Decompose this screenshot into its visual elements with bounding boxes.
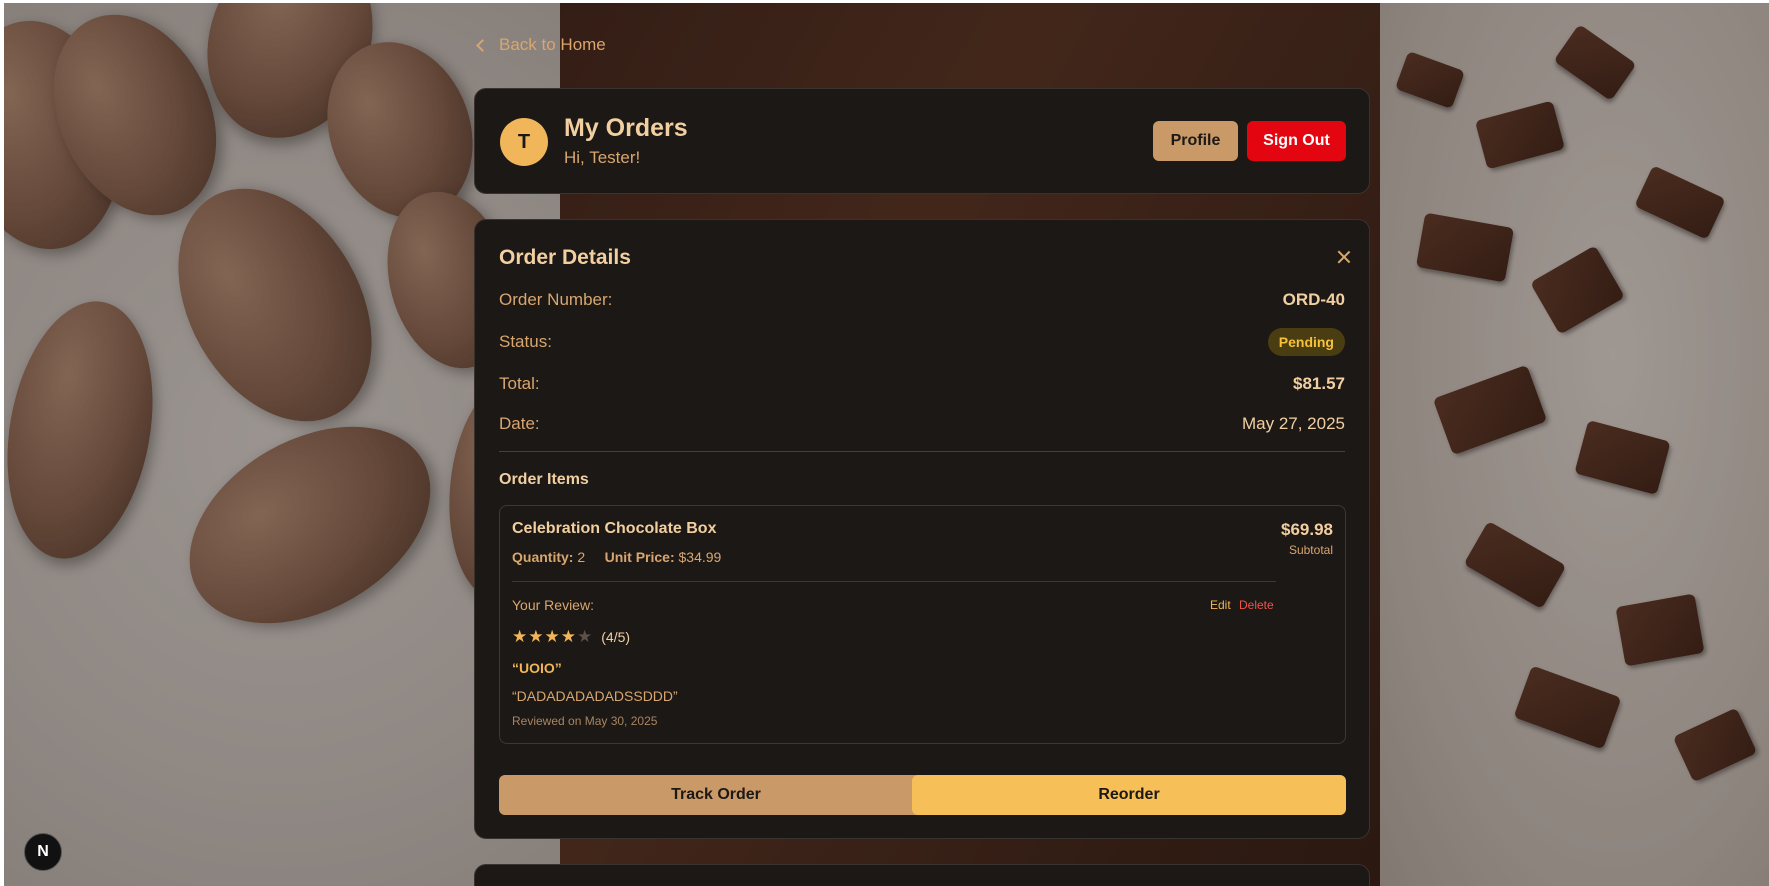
total-value: $81.57 [1293,374,1345,393]
quantity-value: 2 [577,549,586,565]
order-items-heading: Order Items [499,471,589,488]
order-details-title: Order Details [499,246,631,269]
review-label: Your Review: [512,597,594,613]
item-subtotal-value: $69.98 [1281,520,1333,539]
page-title: My Orders [564,114,688,142]
profile-button[interactable]: Profile [1153,121,1238,161]
sign-out-button[interactable]: Sign Out [1247,121,1346,161]
total-label: Total: [499,374,540,393]
track-order-button[interactable]: Track Order [499,775,933,815]
quantity-label: Quantity: [512,549,574,565]
divider [499,451,1345,452]
unit-price-label: Unit Price: [604,549,675,565]
date-value: May 27, 2025 [1241,414,1345,433]
delete-review-link[interactable]: Delete [1239,598,1274,612]
order-number-label: Order Number: [499,290,613,309]
status-badge: Pending [1267,328,1345,356]
unit-price-value: $34.99 [678,549,722,565]
star-icon: ★ [560,627,576,646]
reorder-button[interactable]: Reorder [912,775,1346,815]
avatar: T [500,118,548,166]
star-icon: ★ [577,627,593,646]
status-label: Status: [499,332,552,351]
star-icon: ★ [512,627,528,646]
next-order-card [474,864,1370,886]
back-to-home-link[interactable]: Back to Home [474,35,606,55]
order-details-card: Order Details Order Number: ORD-40 Statu… [474,219,1370,839]
next-dev-badge[interactable]: N [24,833,62,871]
item-meta: Quantity: 2 Unit Price: $34.99 [512,549,721,565]
order-number-value: ORD-40 [1282,290,1345,309]
greeting-text: Hi, Tester! [564,148,641,167]
edit-review-link[interactable]: Edit [1210,598,1231,612]
item-subtotal-label: Subtotal [1288,543,1333,557]
star-rating: ★ ★ ★ ★ ★ (4/5) [512,628,630,645]
order-item: Celebration Chocolate Box Quantity: 2 Un… [499,505,1346,744]
star-icon: ★ [528,627,544,646]
rating-text: (4/5) [601,628,631,645]
close-icon[interactable] [1336,249,1352,265]
date-label: Date: [499,414,540,433]
back-to-home-label: Back to Home [499,35,606,54]
item-name: Celebration Chocolate Box [512,520,717,537]
review-title: “UOIO” [512,660,562,676]
star-icon: ★ [544,627,560,646]
chevron-left-icon [476,38,489,52]
review-date: Reviewed on May 30, 2025 [512,714,658,728]
orders-header-card: T My Orders Hi, Tester! Profile Sign Out [474,88,1370,194]
item-divider [512,581,1276,582]
review-body: “DADADADADADSSDDD” [512,688,678,704]
